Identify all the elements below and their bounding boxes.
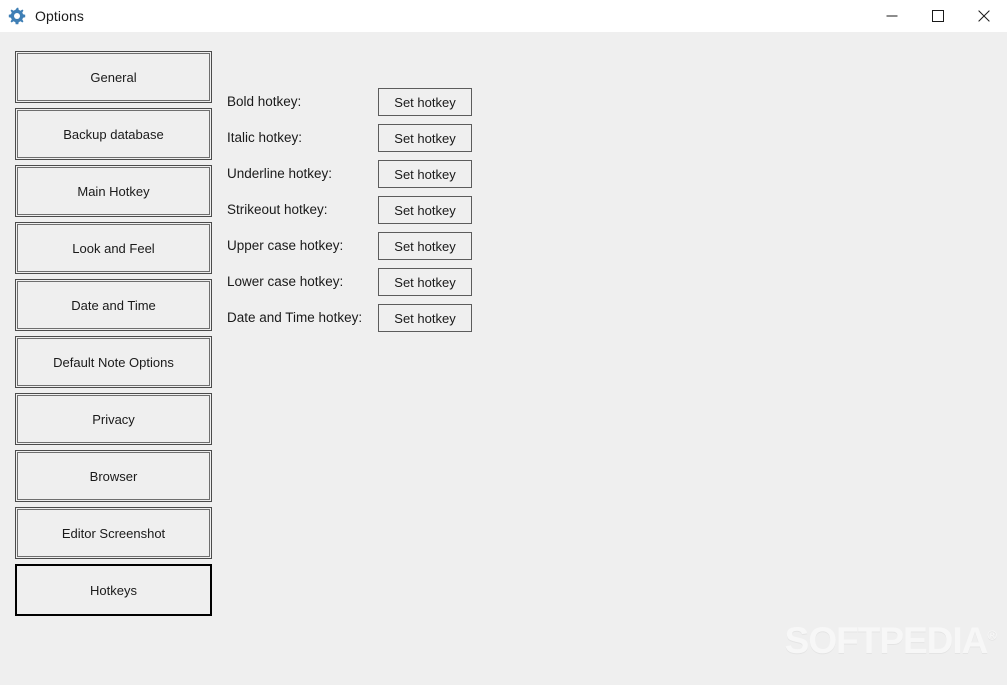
- hotkey-row-upper-case-hotkey: Upper case hotkey: Set hotkey: [227, 228, 487, 264]
- sidebar-nav: General Backup database Main Hotkey Look an…: [15, 51, 212, 621]
- set-hotkey-button-label: Set hotkey: [394, 166, 456, 182]
- set-hotkey-button-date-and-time-hotkey[interactable]: Set hotkey: [378, 304, 472, 332]
- gear-icon: [8, 7, 26, 25]
- set-hotkey-button-upper-case-hotkey[interactable]: Set hotkey: [378, 232, 472, 260]
- window-title: Options: [35, 8, 84, 24]
- sidebar-item-editor-screenshot[interactable]: Editor Screenshot: [15, 507, 212, 559]
- sidebar-item-label: Backup database: [63, 126, 164, 142]
- set-hotkey-button-label: Set hotkey: [394, 238, 456, 254]
- set-hotkey-button-label: Set hotkey: [394, 274, 456, 290]
- sidebar-item-browser[interactable]: Browser: [15, 450, 212, 502]
- titlebar: Options: [0, 0, 1007, 32]
- sidebar-item-backup-database[interactable]: Backup database: [15, 108, 212, 160]
- hotkey-label-strikeout-hotkey: Strikeout hotkey:: [227, 202, 328, 218]
- hotkey-label-italic-hotkey: Italic hotkey:: [227, 130, 303, 146]
- watermark-text: SOFTPEDIA: [784, 620, 989, 661]
- options-window: Options General Backup database Main Hot…: [0, 0, 1007, 685]
- sidebar-item-label: Browser: [89, 468, 138, 484]
- hotkey-row-strikeout-hotkey: Strikeout hotkey: Set hotkey: [227, 192, 487, 228]
- hotkey-row-date-and-time-hotkey: Date and Time hotkey: Set hotkey: [227, 300, 487, 336]
- close-icon: [978, 10, 990, 22]
- window-content: General Backup database Main Hotkey Look an…: [0, 32, 1007, 685]
- set-hotkey-button-label: Set hotkey: [394, 94, 456, 110]
- close-button[interactable]: [961, 0, 1007, 32]
- sidebar-item-default-note-options[interactable]: Default Note Options: [15, 336, 212, 388]
- hotkey-label-lower-case-hotkey: Lower case hotkey:: [227, 274, 344, 290]
- sidebar-item-general[interactable]: General: [15, 51, 212, 103]
- hotkey-row-italic-hotkey: Italic hotkey: Set hotkey: [227, 120, 487, 156]
- sidebar-item-main-hotkey[interactable]: Main Hotkey: [15, 165, 212, 217]
- hotkey-label-upper-case-hotkey: Upper case hotkey:: [227, 238, 344, 254]
- softpedia-watermark: SOFTPEDIA®: [785, 622, 997, 659]
- sidebar-item-label: Date and Time: [71, 297, 156, 313]
- sidebar-item-date-and-time[interactable]: Date and Time: [15, 279, 212, 331]
- set-hotkey-button-underline-hotkey[interactable]: Set hotkey: [378, 160, 472, 188]
- set-hotkey-button-italic-hotkey[interactable]: Set hotkey: [378, 124, 472, 152]
- hotkey-label-date-and-time-hotkey: Date and Time hotkey:: [227, 310, 363, 326]
- sidebar-item-label: Editor Screenshot: [61, 525, 166, 541]
- minimize-button[interactable]: [869, 0, 915, 32]
- titlebar-left: Options: [0, 0, 869, 32]
- set-hotkey-button-bold-hotkey[interactable]: Set hotkey: [378, 88, 472, 116]
- sidebar-item-privacy[interactable]: Privacy: [15, 393, 212, 445]
- set-hotkey-button-lower-case-hotkey[interactable]: Set hotkey: [378, 268, 472, 296]
- sidebar-item-hotkeys[interactable]: Hotkeys: [15, 564, 212, 616]
- window-controls: [869, 0, 1007, 32]
- sidebar-item-label: Main Hotkey: [77, 183, 150, 199]
- hotkey-row-lower-case-hotkey: Lower case hotkey: Set hotkey: [227, 264, 487, 300]
- sidebar-item-look-and-feel[interactable]: Look and Feel: [15, 222, 212, 274]
- sidebar-item-label: Hotkeys: [90, 582, 137, 598]
- watermark-registered-mark: ®: [987, 627, 997, 643]
- sidebar-item-label: General: [90, 69, 137, 85]
- hotkeys-panel: Bold hotkey: Set hotkey Italic hotkey: Set …: [227, 84, 487, 336]
- sidebar-item-label: Default Note Options: [53, 354, 174, 370]
- set-hotkey-button-label: Set hotkey: [394, 130, 456, 146]
- hotkey-label-bold-hotkey: Bold hotkey:: [227, 94, 302, 110]
- hotkey-row-bold-hotkey: Bold hotkey: Set hotkey: [227, 84, 487, 120]
- sidebar-item-label: Privacy: [92, 411, 135, 427]
- hotkey-row-underline-hotkey: Underline hotkey: Set hotkey: [227, 156, 487, 192]
- set-hotkey-button-label: Set hotkey: [394, 202, 456, 218]
- maximize-icon: [932, 10, 944, 22]
- set-hotkey-button-strikeout-hotkey[interactable]: Set hotkey: [378, 196, 472, 224]
- set-hotkey-button-label: Set hotkey: [394, 310, 456, 326]
- minimize-icon: [886, 10, 898, 22]
- maximize-button[interactable]: [915, 0, 961, 32]
- sidebar-item-label: Look and Feel: [72, 240, 155, 256]
- hotkey-label-underline-hotkey: Underline hotkey:: [227, 166, 333, 182]
